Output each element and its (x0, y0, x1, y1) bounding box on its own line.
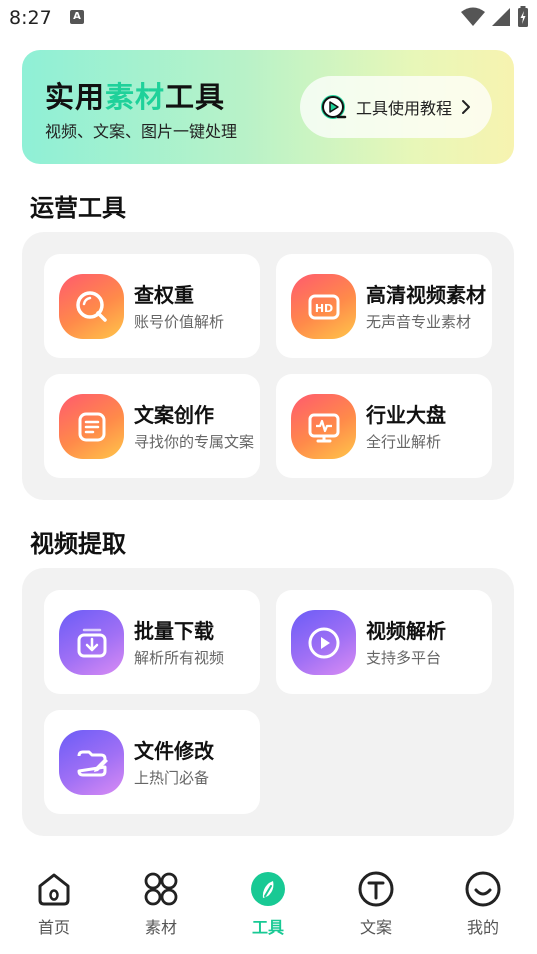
section-title-video: 视频提取 (30, 530, 126, 558)
home-icon (35, 870, 73, 908)
tool-card-file-edit[interactable]: 文件修改 上热门必备 (44, 710, 260, 814)
tool-subtitle: 账号价值解析 (134, 313, 225, 331)
smile-icon (464, 870, 502, 908)
tool-subtitle: 上热门必备 (134, 769, 210, 787)
tool-card-copywriting[interactable]: 文案创作 寻找你的专属文案 (44, 374, 260, 478)
nav-mine[interactable]: 我的 (443, 870, 523, 938)
tool-subtitle: 寻找你的专属文案 (134, 433, 255, 451)
tool-subtitle: 解析所有视频 (134, 649, 225, 667)
nav-label: 工具 (251, 918, 284, 937)
tool-title: 文案创作 (134, 403, 214, 427)
folder-edit-icon (59, 730, 124, 795)
nav-materials[interactable]: 素材 (121, 870, 201, 938)
text-icon (357, 870, 395, 908)
tools-banner: 实用素材工具 视频、文案、图片一键处理 工具使用教程 (22, 50, 514, 164)
tutorial-button[interactable]: 工具使用教程 (300, 76, 492, 138)
bottom-navigation: 首页 素材 工具 文案 我的 (0, 862, 537, 954)
tool-card-weight[interactable]: 查权重 账号价值解析 (44, 254, 260, 358)
document-icon (59, 394, 124, 459)
tool-title: 查权重 (134, 283, 194, 307)
status-icons (461, 6, 529, 28)
banner-subtitle: 视频、文案、图片一键处理 (45, 122, 238, 141)
tool-card-batch-download[interactable]: 批量下载 解析所有视频 (44, 590, 260, 694)
signal-icon (492, 8, 510, 26)
status-time: 8:27 (9, 7, 52, 29)
svg-text:HD: HD (314, 302, 332, 315)
nav-label: 首页 (37, 918, 70, 937)
chevron-right-icon (462, 100, 471, 114)
tool-subtitle: 无声音专业素材 (366, 313, 472, 331)
nav-label: 文案 (359, 918, 392, 937)
play-icon (291, 610, 356, 675)
battery-icon (518, 6, 528, 27)
tool-title: 批量下载 (134, 619, 214, 643)
hd-icon: HD (291, 274, 356, 339)
notification-app-icon: A (70, 10, 84, 24)
tool-title: 高清视频素材 (366, 283, 486, 307)
nav-label: 我的 (466, 918, 499, 937)
grid-icon (142, 870, 180, 908)
banner-title: 实用素材工具 (45, 80, 226, 114)
nav-home[interactable]: 首页 (14, 870, 94, 938)
video-tutorial-icon (321, 95, 347, 119)
video-tools-panel: 批量下载 解析所有视频 视频解析 支持多平台 文件修改 上热门必备 (22, 568, 514, 836)
tool-title: 文件修改 (134, 739, 214, 763)
tool-card-video-parse[interactable]: 视频解析 支持多平台 (276, 590, 492, 694)
tool-subtitle: 全行业解析 (366, 433, 442, 451)
tool-card-industry[interactable]: 行业大盘 全行业解析 (276, 374, 492, 478)
nav-label: 素材 (144, 918, 177, 937)
tool-title: 行业大盘 (366, 403, 446, 427)
wifi-icon (461, 7, 485, 26)
ops-tools-panel: 查权重 账号价值解析 HD 高清视频素材 无声音专业素材 文案创作 寻找你的专属… (22, 232, 514, 500)
search-icon (59, 274, 124, 339)
compass-icon (249, 870, 287, 908)
status-bar: 8:27 A (0, 0, 537, 36)
nav-tools[interactable]: 工具 (228, 870, 308, 938)
nav-copy[interactable]: 文案 (336, 870, 416, 938)
monitor-pulse-icon (291, 394, 356, 459)
tool-title: 视频解析 (366, 619, 446, 643)
tutorial-label: 工具使用教程 (356, 99, 453, 118)
download-icon (59, 610, 124, 675)
section-title-ops: 运营工具 (30, 194, 126, 222)
tool-card-hd-video[interactable]: HD 高清视频素材 无声音专业素材 (276, 254, 492, 358)
tool-subtitle: 支持多平台 (366, 649, 442, 667)
